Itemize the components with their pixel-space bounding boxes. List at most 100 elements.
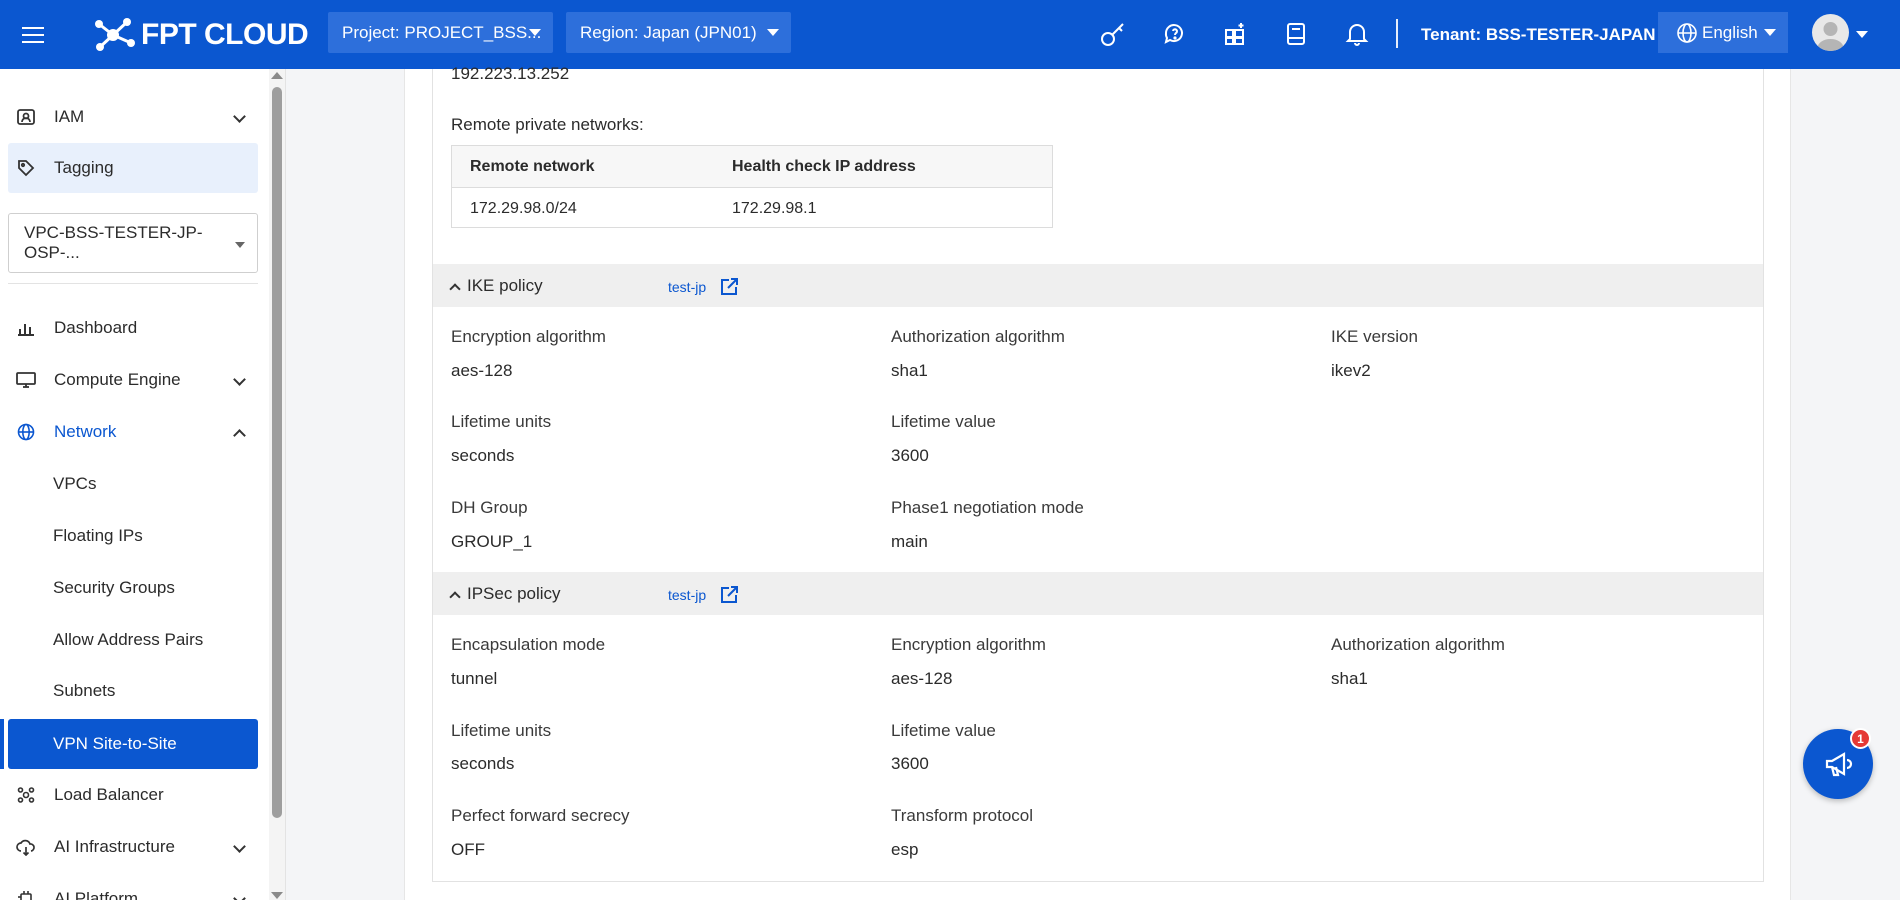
chevron-down-icon <box>233 840 246 853</box>
monitor-icon <box>16 370 36 390</box>
ike-phase1-label: Phase1 negotiation mode <box>891 498 1084 517</box>
sidebar-item-compute-engine[interactable]: Compute Engine <box>8 355 258 405</box>
sidebar-subitem-label: Allow Address Pairs <box>53 630 204 649</box>
sidebar-item-label: Dashboard <box>54 318 138 337</box>
fpt-cloud-logo[interactable]: FPT CLOUD <box>93 15 309 55</box>
sidebar-subitem-label: Subnets <box>53 681 116 700</box>
ipsec-lifetime-value-label: Lifetime value <box>891 721 996 740</box>
sidebar-divider <box>8 283 258 284</box>
globe-icon <box>16 422 36 442</box>
bar-chart-icon <box>16 318 36 338</box>
add-widget-icon[interactable] <box>1222 20 1250 48</box>
chevron-up-icon <box>449 590 461 603</box>
sidebar-scrollbar-thumb[interactable] <box>272 87 282 818</box>
project-select[interactable]: Project: PROJECT_BSS... <box>328 12 553 53</box>
logo-text: FPT CLOUD <box>141 17 309 51</box>
megaphone-icon <box>1825 752 1853 777</box>
sidebar-subitem-allow-address-pairs[interactable]: Allow Address Pairs <box>8 615 258 665</box>
ipsec-pfs-label: Perfect forward secrecy <box>451 806 630 825</box>
sidebar-item-label: Tagging <box>54 158 114 177</box>
ipsec-auth-label: Authorization algorithm <box>1331 635 1505 654</box>
sidebar-subitem-vpcs[interactable]: VPCs <box>8 459 258 509</box>
tenant-select-value: Tenant: BSS-TESTER-JAPAN <box>1421 24 1656 44</box>
ipsec-lifetime-units-label: Lifetime units <box>451 721 552 740</box>
ipsec-policy-link[interactable]: test-jp <box>668 586 739 604</box>
chevron-down-icon <box>235 242 245 248</box>
ike-policy-link[interactable]: test-jp <box>668 278 739 296</box>
ipsec-encryption-value: aes-128 <box>891 669 953 688</box>
ike-policy-header[interactable]: IKE policy test-jp <box>433 264 1763 307</box>
sidebar-item-label: Load Balancer <box>54 785 164 804</box>
ipsec-lifetime-value-value: 3600 <box>891 754 929 773</box>
external-link-icon[interactable] <box>720 278 739 296</box>
sidebar-subitem-subnets[interactable]: Subnets <box>8 666 258 716</box>
support-chat-icon[interactable] <box>1161 20 1189 48</box>
ipsec-policy-header[interactable]: IPSec policy test-jp <box>433 572 1763 615</box>
column-header-remote-network: Remote network <box>470 158 595 175</box>
ipsec-auth-value: sha1 <box>1331 669 1368 688</box>
sidebar-item-label: Compute Engine <box>54 370 181 389</box>
region-select[interactable]: Region: Japan (JPN01) <box>566 12 791 53</box>
sidebar-subitem-vpn-site-to-site[interactable]: VPN Site-to-Site <box>8 719 258 769</box>
document-icon[interactable] <box>1282 20 1310 48</box>
notification-bell-icon[interactable] <box>1343 20 1371 48</box>
chevron-down-icon <box>529 29 541 36</box>
sidebar-subitem-label: VPN Site-to-Site <box>53 734 177 753</box>
remote-network-cell: 172.29.98.0/24 <box>470 200 577 217</box>
ike-dh-group-label: DH Group <box>451 498 528 517</box>
language-select[interactable]: English <box>1658 12 1788 53</box>
region-select-value: Region: Japan (JPN01) <box>580 22 757 42</box>
sidebar-subitem-floating-ips[interactable]: Floating IPs <box>8 511 258 561</box>
tenant-select[interactable]: Tenant: BSS-TESTER-JAPAN <box>1421 0 1680 69</box>
column-header-health-check-ip: Health check IP address <box>732 158 916 175</box>
ike-policy-link-text[interactable]: test-jp <box>668 279 706 295</box>
sidebar-subitem-security-groups[interactable]: Security Groups <box>8 563 258 613</box>
sidebar-item-tagging[interactable]: Tagging <box>8 143 258 193</box>
scroll-up-arrow-icon[interactable] <box>271 72 283 79</box>
chip-icon <box>16 889 36 900</box>
sidebar-item-label: AI Infrastructure <box>54 837 175 856</box>
sidebar-item-load-balancer[interactable]: Load Balancer <box>8 770 258 820</box>
sidebar-item-label: Network <box>54 422 117 441</box>
fpt-cloud-logo-mark-icon <box>95 17 135 51</box>
ike-policy-toggle[interactable]: IKE policy <box>449 276 543 296</box>
ipsec-policy-toggle[interactable]: IPSec policy <box>449 584 561 604</box>
ipsec-encryption-label: Encryption algorithm <box>891 635 1046 654</box>
vpc-select[interactable]: VPC-BSS-TESTER-JP-OSP-... <box>8 213 258 273</box>
vpc-select-value: VPC-BSS-TESTER-JP-OSP-... <box>24 223 203 262</box>
ike-dh-group-value: GROUP_1 <box>451 532 533 551</box>
ipsec-policy-title: IPSec policy <box>467 584 561 603</box>
sidebar-subitem-label: Security Groups <box>53 578 175 597</box>
sidebar-item-ai-platform[interactable]: AI Platform <box>8 874 258 900</box>
project-select-value: Project: PROJECT_BSS... <box>342 22 542 42</box>
ipsec-transform-value: esp <box>891 840 919 859</box>
ike-version-value: ikev2 <box>1331 361 1371 380</box>
scroll-down-arrow-icon[interactable] <box>271 892 283 899</box>
table-header: Remote network Health check IP address <box>452 146 1052 188</box>
sidebar-item-network[interactable]: Network <box>8 407 258 457</box>
key-icon[interactable] <box>1099 20 1127 48</box>
user-avatar[interactable] <box>1812 14 1849 51</box>
avatar-chevron-down-icon[interactable] <box>1856 31 1868 38</box>
ike-policy-title: IKE policy <box>467 276 543 295</box>
ipsec-encap-value: tunnel <box>451 669 498 688</box>
globe-icon <box>1677 22 1697 43</box>
external-link-icon[interactable] <box>720 586 739 604</box>
ike-lifetime-value-label: Lifetime value <box>891 412 996 431</box>
chevron-down-icon <box>767 29 779 36</box>
cloud-sync-icon <box>16 837 36 857</box>
active-indicator <box>0 719 4 769</box>
top-navigation-bar: FPT CLOUD Project: PROJECT_BSS... Region… <box>0 0 1900 69</box>
ipsec-transform-label: Transform protocol <box>891 806 1034 825</box>
sidebar-item-dashboard[interactable]: Dashboard <box>8 303 258 353</box>
ike-encryption-label: Encryption algorithm <box>451 327 606 346</box>
remote-networks-table: Remote network Health check IP address 1… <box>451 145 1053 228</box>
ike-auth-value: sha1 <box>891 361 928 380</box>
ipsec-policy-link-text[interactable]: test-jp <box>668 587 706 603</box>
sidebar-subitem-label: VPCs <box>53 474 97 493</box>
sidebar-item-iam[interactable]: IAM <box>8 92 258 142</box>
hamburger-menu-icon[interactable] <box>0 0 65 69</box>
sidebar-item-label: IAM <box>54 107 85 126</box>
sidebar-item-ai-infrastructure[interactable]: AI Infrastructure <box>8 822 258 872</box>
remote-networks-label: Remote private networks: <box>451 115 644 134</box>
